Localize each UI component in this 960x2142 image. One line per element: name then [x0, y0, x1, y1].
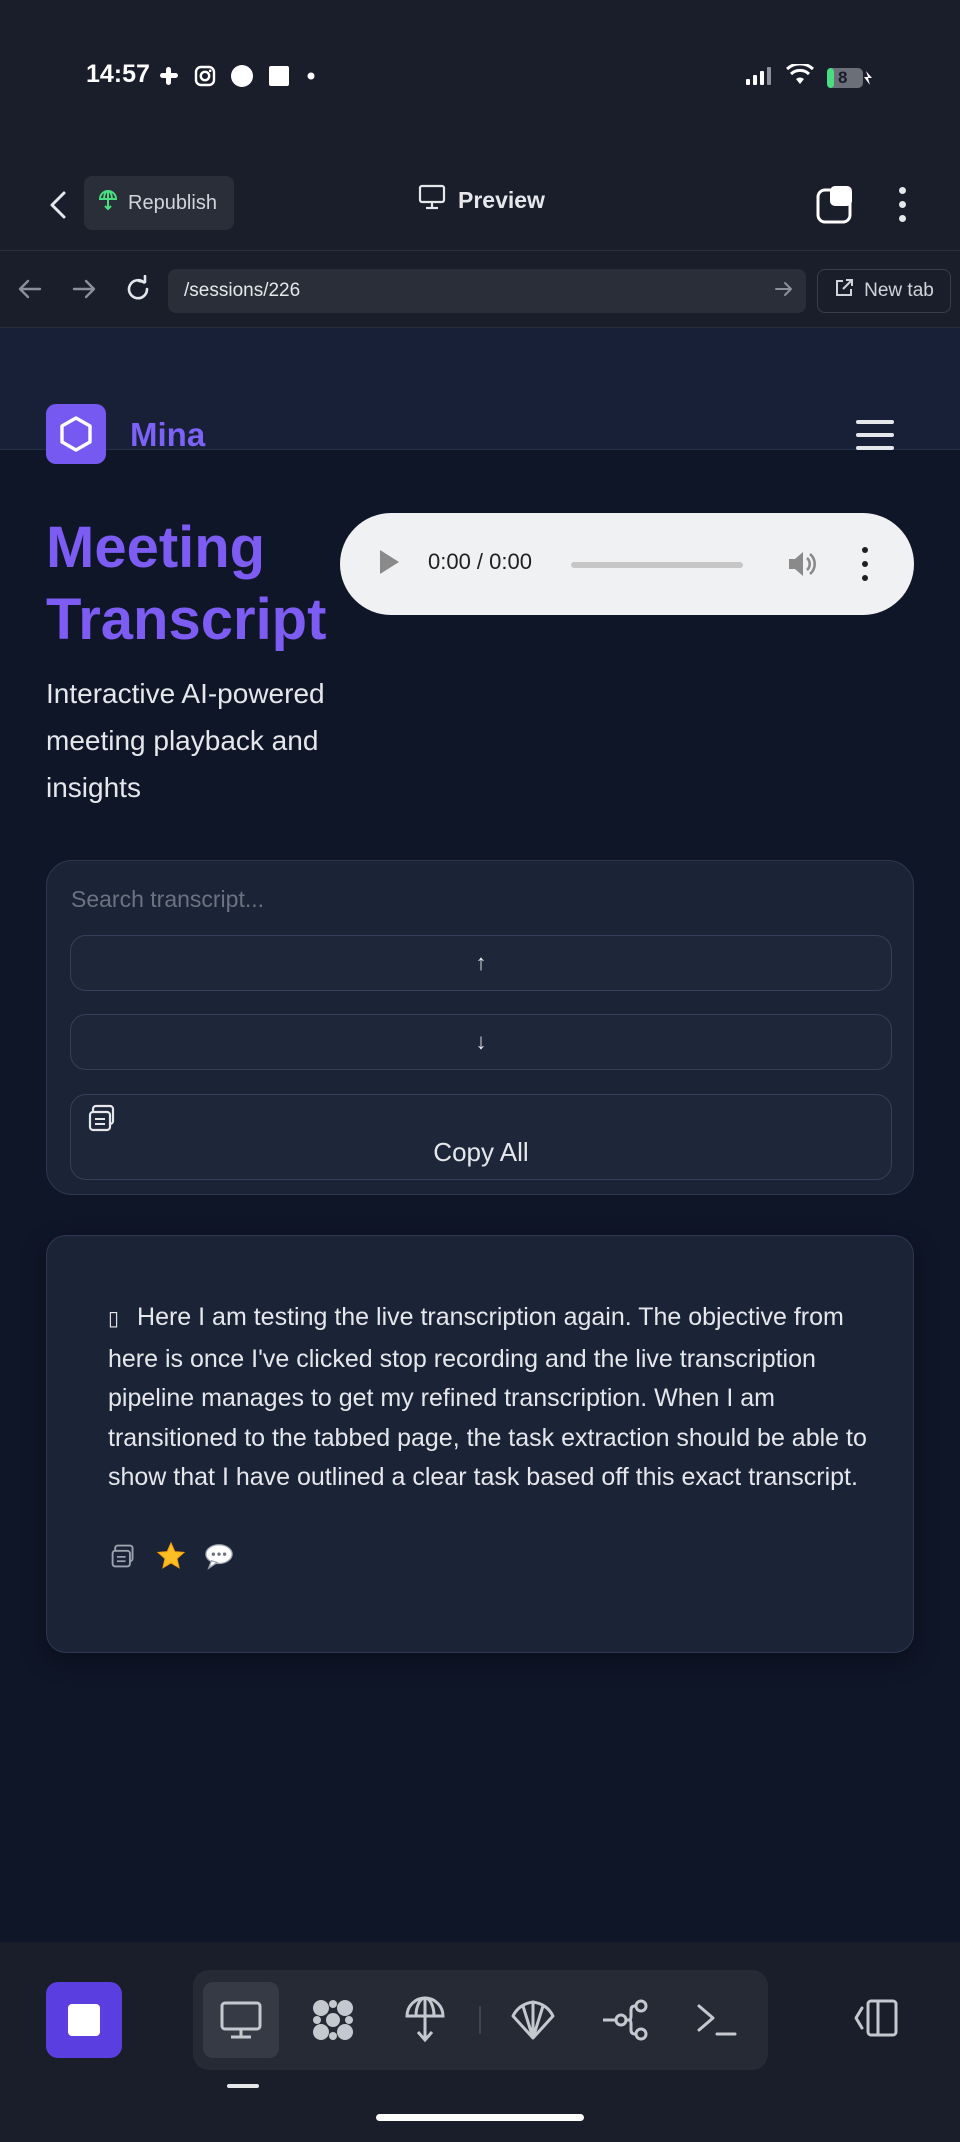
instagram-icon [194, 65, 216, 92]
publish-icon[interactable] [387, 1982, 463, 2058]
audio-more-icon[interactable] [860, 547, 870, 581]
browser-back-icon[interactable] [12, 269, 48, 309]
stop-button[interactable] [46, 1982, 122, 2058]
republish-button[interactable]: Republish [84, 176, 234, 230]
home-indicator[interactable] [376, 2114, 584, 2121]
previous-match-button[interactable]: ↑ [70, 935, 892, 991]
comment-icon[interactable] [204, 1541, 234, 1571]
agents-grid-icon[interactable] [295, 1982, 371, 2058]
wifi-icon [785, 62, 815, 91]
toolbar-divider [479, 2006, 481, 2034]
transcript-text: Here I am testing the live transcription… [108, 1303, 867, 1491]
transcript-segment: ▯ Here I am testing the live transcriptio… [108, 1298, 868, 1498]
republish-label: Republish [128, 191, 217, 214]
audio-time: 0:00 / 0:00 [428, 549, 532, 574]
reload-icon[interactable] [120, 269, 156, 309]
workflow-icon[interactable] [587, 1982, 663, 2058]
square-icon [268, 65, 290, 92]
url-text: /sessions/226 [184, 280, 301, 301]
new-tab-label: New tab [864, 280, 934, 301]
external-link-icon [834, 278, 854, 304]
hexagon-logo-icon[interactable] [46, 404, 106, 464]
status-icons-right: 8 [746, 62, 874, 91]
play-icon[interactable] [380, 550, 399, 574]
hamburger-menu-icon[interactable] [856, 420, 894, 450]
app-header: Republish Preview [0, 160, 960, 250]
transcript-card: ▯ Here I am testing the live transcriptio… [46, 1235, 914, 1653]
preview-title: Preview [418, 184, 545, 216]
audio-seek-bar[interactable] [571, 562, 743, 568]
circle-icon [230, 64, 254, 93]
search-input[interactable] [71, 877, 891, 921]
battery-level: 8 [838, 67, 848, 87]
next-match-button[interactable]: ↓ [70, 1014, 892, 1070]
copy-all-label: Copy All [433, 1137, 529, 1167]
audio-player: 0:00 / 0:00 [340, 513, 914, 615]
site-navbar: Mina [0, 328, 960, 464]
transcript-marker: ▯ [108, 1308, 120, 1330]
site-name[interactable]: Mina [130, 416, 205, 454]
page-subtitle: Interactive AI-powered meeting playback … [46, 678, 325, 803]
monitor-icon [418, 184, 446, 216]
republish-icon [98, 189, 118, 217]
signal-icon [746, 65, 774, 90]
browser-bar: /sessions/226 New tab [0, 250, 960, 328]
active-tool-indicator [227, 2084, 259, 2088]
preview-label: Preview [458, 186, 545, 213]
star-icon[interactable] [156, 1541, 186, 1571]
new-tab-button[interactable]: New tab [817, 269, 951, 313]
terminal-icon[interactable] [679, 1982, 755, 2058]
copy-icon [87, 1103, 117, 1140]
panel-toggle-icon[interactable] [852, 1998, 900, 2043]
stop-icon [68, 2004, 100, 2036]
preview-monitor-icon[interactable] [203, 1982, 279, 2058]
page-title: Meeting Transcript [46, 515, 327, 652]
bottom-toolbar [0, 1942, 960, 2142]
back-button[interactable] [40, 185, 76, 225]
slack-icon [158, 65, 180, 92]
browser-forward-icon[interactable] [66, 269, 102, 309]
volume-icon[interactable] [786, 548, 818, 585]
tabs-switcher-button[interactable] [816, 184, 856, 224]
status-bar: 14:57 8 [0, 0, 960, 160]
go-arrow-icon[interactable] [774, 279, 794, 305]
copy-icon[interactable] [108, 1541, 138, 1571]
dot-icon [304, 69, 318, 88]
transcript-actions [108, 1541, 234, 1571]
more-options-button[interactable] [888, 180, 916, 228]
battery-icon: 8 [826, 66, 874, 90]
status-time: 14:57 [86, 60, 150, 88]
copy-all-button[interactable]: Copy All [70, 1094, 892, 1180]
tool-group [193, 1970, 768, 2070]
url-field[interactable]: /sessions/226 [168, 269, 806, 313]
status-icons-left [158, 64, 318, 93]
search-panel: ↑ ↓ Copy All [46, 860, 914, 1195]
shell-icon[interactable] [495, 1982, 571, 2058]
